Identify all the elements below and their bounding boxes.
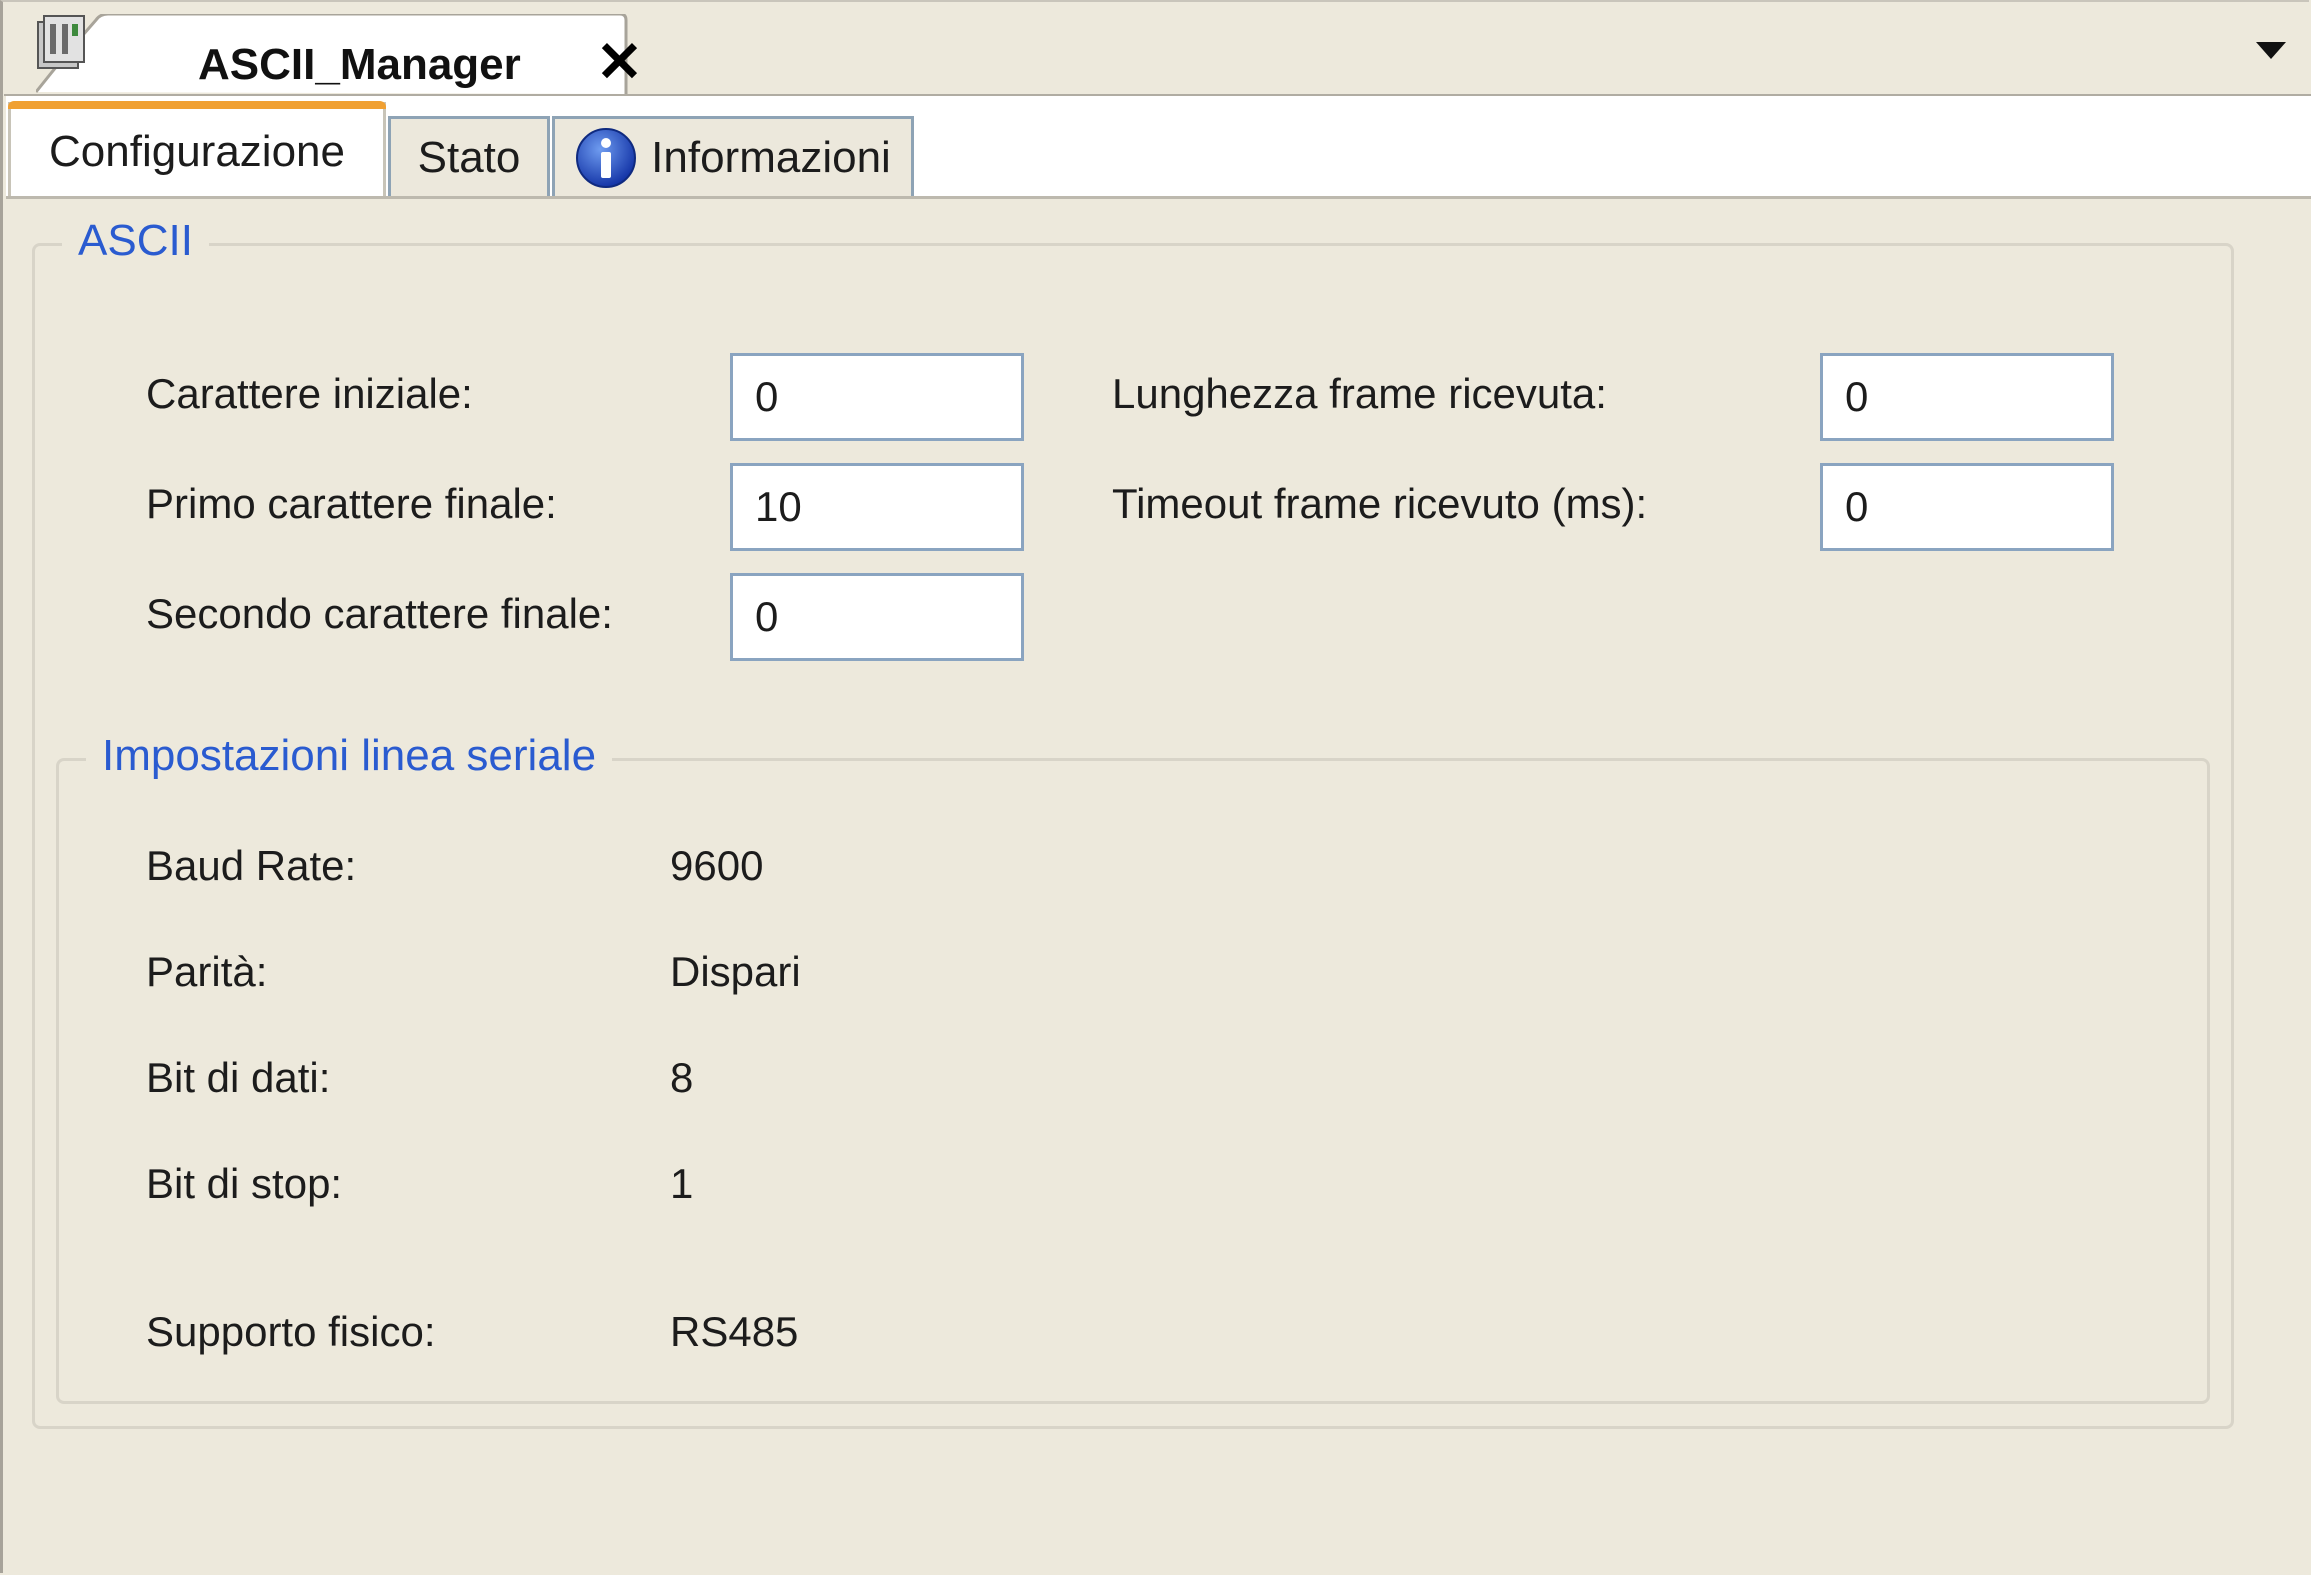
- info-icon: [576, 127, 637, 188]
- close-icon[interactable]: ✕: [596, 34, 643, 90]
- baud-rate-value: 9600: [670, 842, 764, 889]
- ascii-group-title: ASCII: [62, 216, 209, 266]
- tab-label: Stato: [417, 132, 521, 182]
- start-char-field[interactable]: [730, 353, 1024, 441]
- tab-label: Informazioni: [651, 132, 891, 182]
- tab-informazioni[interactable]: Informazioni: [552, 116, 914, 196]
- stop-bits-value: 1: [670, 1160, 694, 1207]
- data-bits-value: 8: [670, 1054, 694, 1101]
- editor-title: ASCII_Manager: [198, 40, 521, 89]
- physical-medium-label: Supporto fisico:: [146, 1308, 436, 1355]
- second-end-char-label: Secondo carattere finale:: [146, 590, 613, 637]
- baud-rate-label: Baud Rate:: [146, 842, 357, 889]
- device-icon: [37, 15, 85, 69]
- parity-label: Parità:: [146, 948, 268, 995]
- frame-timeout-label: Timeout frame ricevuto (ms):: [1112, 480, 1648, 527]
- frame-length-field[interactable]: [1820, 353, 2114, 441]
- divider: [6, 196, 2311, 199]
- tab-stato[interactable]: Stato: [388, 116, 550, 196]
- serial-settings-title: Impostazioni linea seriale: [86, 731, 613, 781]
- parity-value: Dispari: [670, 948, 801, 995]
- start-char-label: Carattere iniziale:: [146, 370, 473, 417]
- tab-configurazione[interactable]: Configurazione: [8, 101, 386, 198]
- second-end-char-field[interactable]: [730, 573, 1024, 661]
- first-end-char-field[interactable]: [730, 463, 1024, 551]
- data-bits-label: Bit di dati:: [146, 1054, 331, 1101]
- stop-bits-label: Bit di stop:: [146, 1160, 343, 1207]
- physical-medium-value: RS485: [670, 1308, 799, 1355]
- frame-length-label: Lunghezza frame ricevuta:: [1112, 370, 1607, 417]
- tab-label: Configurazione: [49, 126, 345, 176]
- chevron-down-icon[interactable]: [2256, 42, 2286, 59]
- first-end-char-label: Primo carattere finale:: [146, 480, 557, 527]
- frame-timeout-field[interactable]: [1820, 463, 2114, 551]
